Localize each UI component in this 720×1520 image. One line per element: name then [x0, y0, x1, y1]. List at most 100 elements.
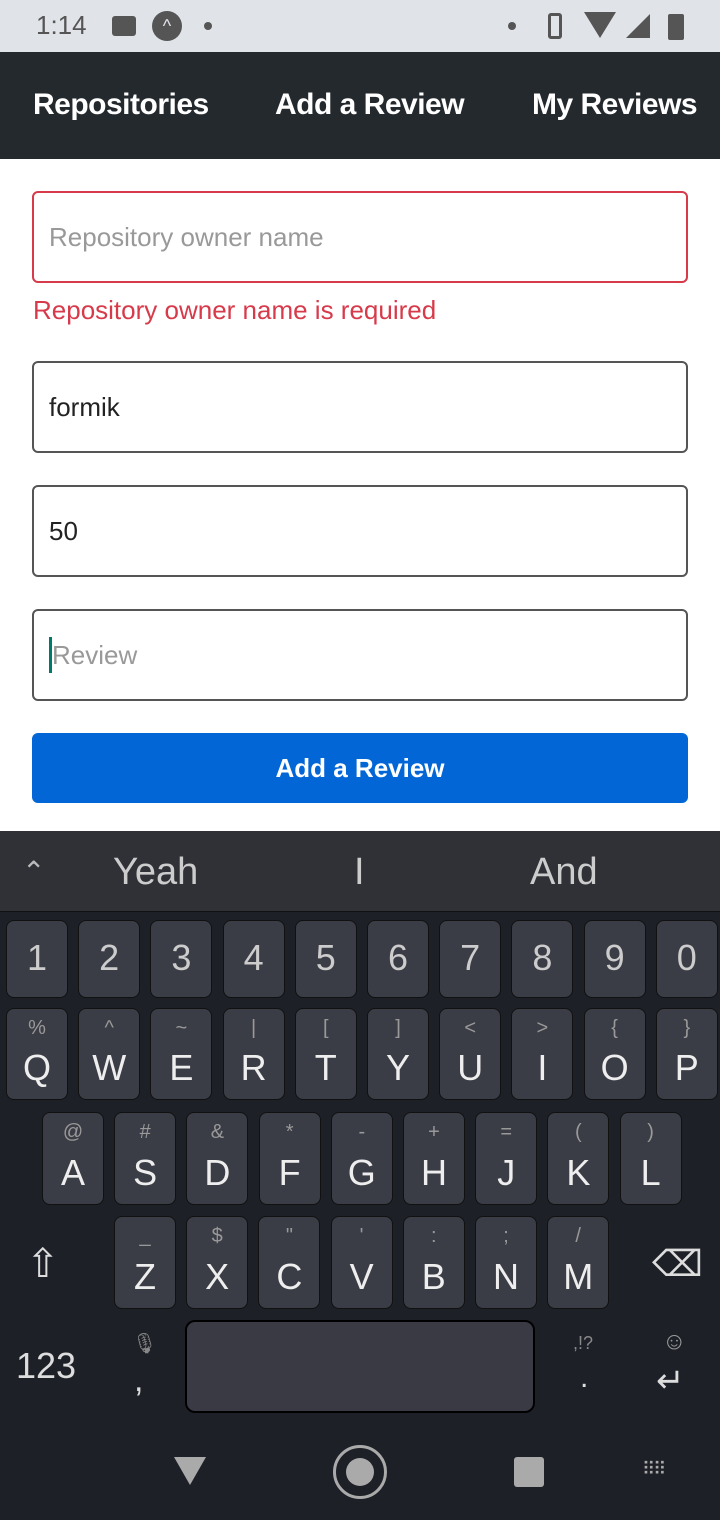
key[interactable]: ; N — [475, 1216, 537, 1309]
battery-icon — [668, 14, 684, 40]
top-nav: Repositories Add a Review My Reviews — [0, 52, 720, 159]
period-key[interactable]: . — [580, 1361, 588, 1395]
key[interactable]: ) L — [619, 1112, 682, 1205]
home-icon[interactable] — [333, 1445, 387, 1499]
key-label: D — [204, 1152, 231, 1193]
signal-icon — [626, 14, 650, 38]
key-alt-label: $ — [211, 1225, 223, 1247]
key-label: 0 — [676, 937, 697, 978]
recents-icon[interactable] — [514, 1457, 544, 1487]
key-label: B — [421, 1256, 446, 1297]
key-alt-label: ( — [575, 1121, 582, 1143]
rating-value: 50 — [49, 515, 78, 546]
key[interactable]: 9 — [583, 920, 646, 998]
key-label: O — [600, 1047, 629, 1088]
keyboard-switch-icon[interactable]: ⠿⠿ — [642, 1459, 666, 1480]
key-alt-label: ; — [503, 1225, 509, 1247]
key[interactable]: ] Y — [367, 1008, 429, 1100]
key-label: C — [276, 1256, 303, 1297]
key-alt-label: = — [500, 1121, 513, 1143]
key[interactable]: -G — [330, 1112, 393, 1205]
key[interactable]: {O — [583, 1008, 646, 1100]
status-time: 1:14 — [36, 10, 87, 40]
add-review-button[interactable]: Add a Review — [32, 733, 688, 803]
key-label: N — [493, 1256, 519, 1297]
key[interactable]: :B — [402, 1216, 465, 1309]
key-label: F — [278, 1152, 301, 1193]
key-label: J — [497, 1152, 516, 1193]
notification-icon — [112, 16, 136, 36]
suggestion[interactable]: I — [354, 851, 365, 894]
key[interactable]: (K — [547, 1112, 610, 1205]
key[interactable]: > I — [511, 1008, 574, 1100]
key[interactable]: = J — [475, 1112, 538, 1205]
key[interactable]: % Q — [6, 1008, 68, 1100]
rating-input[interactable]: 50 — [32, 485, 688, 577]
key-label: I — [537, 1047, 548, 1088]
key[interactable]: # S — [114, 1112, 177, 1205]
key-alt-label: } — [683, 1017, 691, 1039]
key[interactable]: @ A — [42, 1112, 104, 1205]
suggestion[interactable]: And — [530, 851, 598, 894]
key[interactable]: / M — [547, 1216, 610, 1309]
emoji-icon[interactable]: ☺ — [662, 1328, 687, 1356]
key[interactable]: + H — [403, 1112, 465, 1205]
key-label: 8 — [532, 937, 553, 978]
shift-icon[interactable]: ⇧ — [26, 1241, 60, 1287]
back-icon[interactable] — [174, 1457, 206, 1485]
key[interactable]: ^ W — [78, 1008, 141, 1100]
key[interactable]: } P — [655, 1008, 718, 1100]
expand-icon[interactable]: ⌃ — [22, 855, 45, 888]
enter-icon[interactable]: ↵ — [656, 1361, 685, 1401]
key[interactable]: 1 — [6, 920, 68, 998]
key[interactable]: 6 — [367, 920, 429, 998]
key-label: 1 — [26, 937, 48, 978]
key[interactable]: 8 — [511, 920, 574, 998]
owner-name-input[interactable]: Repository owner name — [32, 191, 688, 283]
key-label: P — [674, 1047, 699, 1088]
key[interactable]: 5 — [294, 920, 357, 998]
key[interactable]: $ X — [186, 1216, 249, 1309]
key[interactable]: ~ E — [150, 1008, 213, 1100]
owner-placeholder: Repository owner name — [49, 221, 324, 252]
key-label: Q — [22, 1047, 51, 1088]
key-alt-label: { — [611, 1017, 618, 1039]
backspace-icon[interactable]: ⌫ — [652, 1243, 703, 1285]
tab-add-review[interactable]: Add a Review — [275, 88, 465, 122]
key[interactable]: 3 — [150, 920, 213, 998]
key-label: 3 — [171, 937, 192, 978]
key[interactable]: ' V — [330, 1216, 393, 1309]
key[interactable]: _ Z — [114, 1216, 176, 1309]
comma-key[interactable]: , — [134, 1361, 143, 1400]
key[interactable]: < U — [439, 1008, 502, 1100]
key-label: L — [640, 1152, 661, 1193]
tab-repositories[interactable]: Repositories — [33, 88, 209, 122]
key-alt-label: / — [575, 1225, 581, 1247]
key[interactable]: | R — [222, 1008, 285, 1100]
key-label: G — [347, 1152, 376, 1193]
app-icon: ^ — [152, 11, 182, 41]
tab-my-reviews[interactable]: My Reviews — [532, 88, 698, 122]
key-label: V — [349, 1256, 374, 1297]
key-label: W — [92, 1047, 127, 1088]
key[interactable]: 7 — [439, 920, 502, 998]
key[interactable]: " C — [258, 1216, 321, 1309]
key[interactable]: 2 — [78, 920, 141, 998]
suggestion[interactable]: Yeah — [113, 851, 198, 894]
key-alt-label: > — [536, 1017, 549, 1039]
repo-value: formik — [49, 391, 120, 422]
key[interactable]: [T — [294, 1008, 357, 1100]
key[interactable]: 4 — [222, 920, 285, 998]
key[interactable]: & D — [186, 1112, 249, 1205]
symbols-key[interactable]: 123 — [16, 1345, 76, 1387]
space-bar[interactable] — [185, 1320, 535, 1413]
key[interactable]: * F — [258, 1112, 321, 1205]
review-input[interactable]: Review — [32, 609, 688, 701]
repository-name-input[interactable]: formik — [32, 361, 688, 453]
key[interactable]: 0 — [655, 920, 718, 998]
key-label: U — [457, 1047, 484, 1088]
key-label: 2 — [99, 937, 120, 978]
owner-error: Repository owner name is required — [33, 295, 437, 325]
key-alt-label: ' — [359, 1225, 364, 1247]
key-label: R — [240, 1047, 267, 1088]
